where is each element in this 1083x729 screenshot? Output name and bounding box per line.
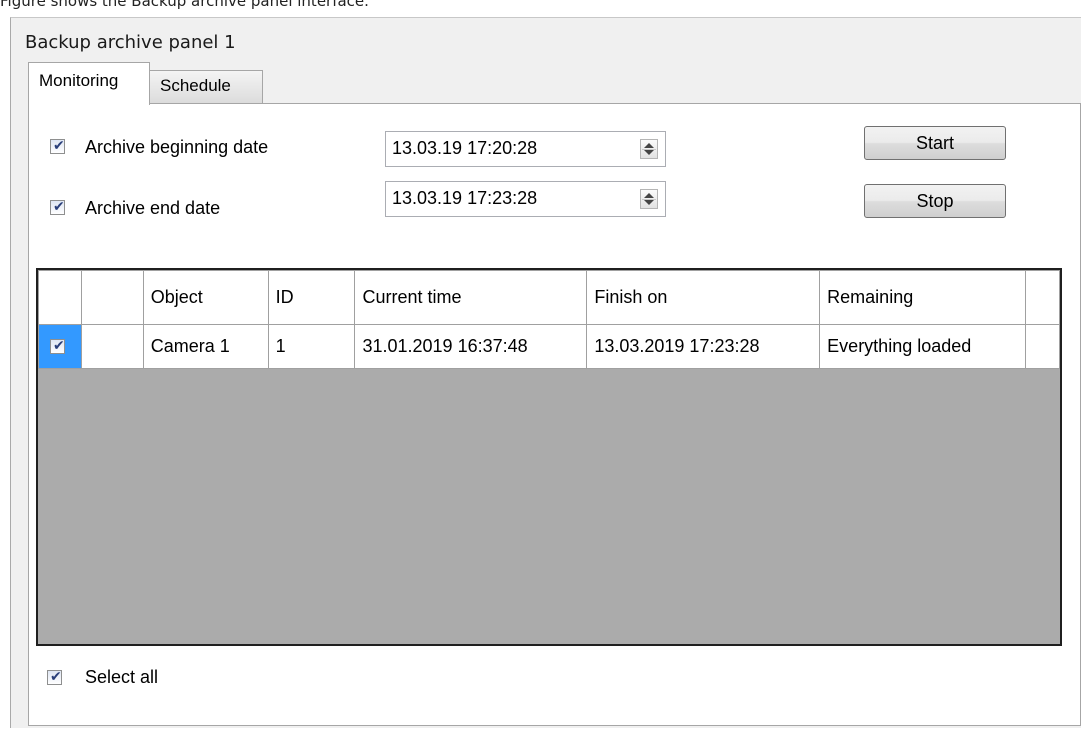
- column-header-blank: [80, 270, 144, 325]
- tab-monitoring[interactable]: Monitoring: [28, 62, 150, 105]
- table-header-row: Object ID Current time Finish on Remaini…: [38, 270, 1060, 325]
- archive-end-checkbox[interactable]: ✔: [50, 199, 65, 215]
- panel-title: Backup archive panel 1: [25, 32, 236, 53]
- archive-begin-date-field[interactable]: 13.03.19 17:20:28: [385, 131, 666, 167]
- cell-id: 1: [267, 324, 356, 369]
- archive-end-date-field[interactable]: 13.03.19 17:23:28: [385, 181, 666, 217]
- start-button[interactable]: Start: [864, 126, 1006, 160]
- cameras-grid: Object ID Current time Finish on Remaini…: [36, 268, 1062, 646]
- column-header-current-time[interactable]: Current time: [354, 270, 588, 325]
- cell-current-time: 31.01.2019 16:37:48: [354, 324, 588, 369]
- column-header-finish-on[interactable]: Finish on: [586, 270, 821, 325]
- cell-filler: [1025, 324, 1060, 369]
- cell-finish-on: 13.03.2019 17:23:28: [586, 324, 821, 369]
- spin-up-icon[interactable]: [644, 193, 654, 198]
- column-header-select: [38, 270, 82, 325]
- row-checkbox[interactable]: ✔: [50, 338, 65, 354]
- tab-schedule[interactable]: Schedule: [149, 70, 263, 103]
- spin-down-icon[interactable]: [644, 200, 654, 205]
- archive-begin-date-value: 13.03.19 17:20:28: [392, 138, 538, 158]
- cell-remaining: Everything loaded: [819, 324, 1027, 369]
- column-header-id[interactable]: ID: [267, 270, 356, 325]
- row-blank-cell: [80, 324, 144, 369]
- select-all-label: Select all: [85, 667, 159, 687]
- stop-button[interactable]: Stop: [864, 184, 1006, 218]
- date-spinner-icon[interactable]: [640, 189, 658, 209]
- figure-caption: Figure shows the Backup archive panel in…: [0, 0, 369, 10]
- spin-down-icon[interactable]: [644, 150, 654, 155]
- column-header-remaining[interactable]: Remaining: [819, 270, 1027, 325]
- cameras-table: Object ID Current time Finish on Remaini…: [38, 270, 1060, 369]
- archive-end-label: Archive end date: [85, 198, 221, 218]
- checkmark-icon: ✔: [50, 669, 62, 685]
- select-all-checkbox[interactable]: ✔: [47, 669, 62, 685]
- checkmark-icon: ✔: [53, 199, 65, 215]
- column-header-filler: [1025, 270, 1060, 325]
- checkmark-icon: ✔: [53, 338, 65, 354]
- date-spinner-icon[interactable]: [640, 139, 658, 159]
- checkmark-icon: ✔: [53, 138, 65, 154]
- column-header-object[interactable]: Object: [142, 270, 269, 325]
- table-row[interactable]: ✔ Camera 1 1 31.01.2019 16:37:48 13.03.2…: [38, 324, 1060, 369]
- archive-end-date-value: 13.03.19 17:23:28: [392, 188, 538, 208]
- archive-begin-checkbox[interactable]: ✔: [50, 138, 65, 154]
- row-select-cell[interactable]: ✔: [38, 324, 82, 369]
- archive-begin-label: Archive beginning date: [85, 137, 269, 157]
- cell-object: Camera 1: [142, 324, 269, 369]
- spin-up-icon[interactable]: [644, 143, 654, 148]
